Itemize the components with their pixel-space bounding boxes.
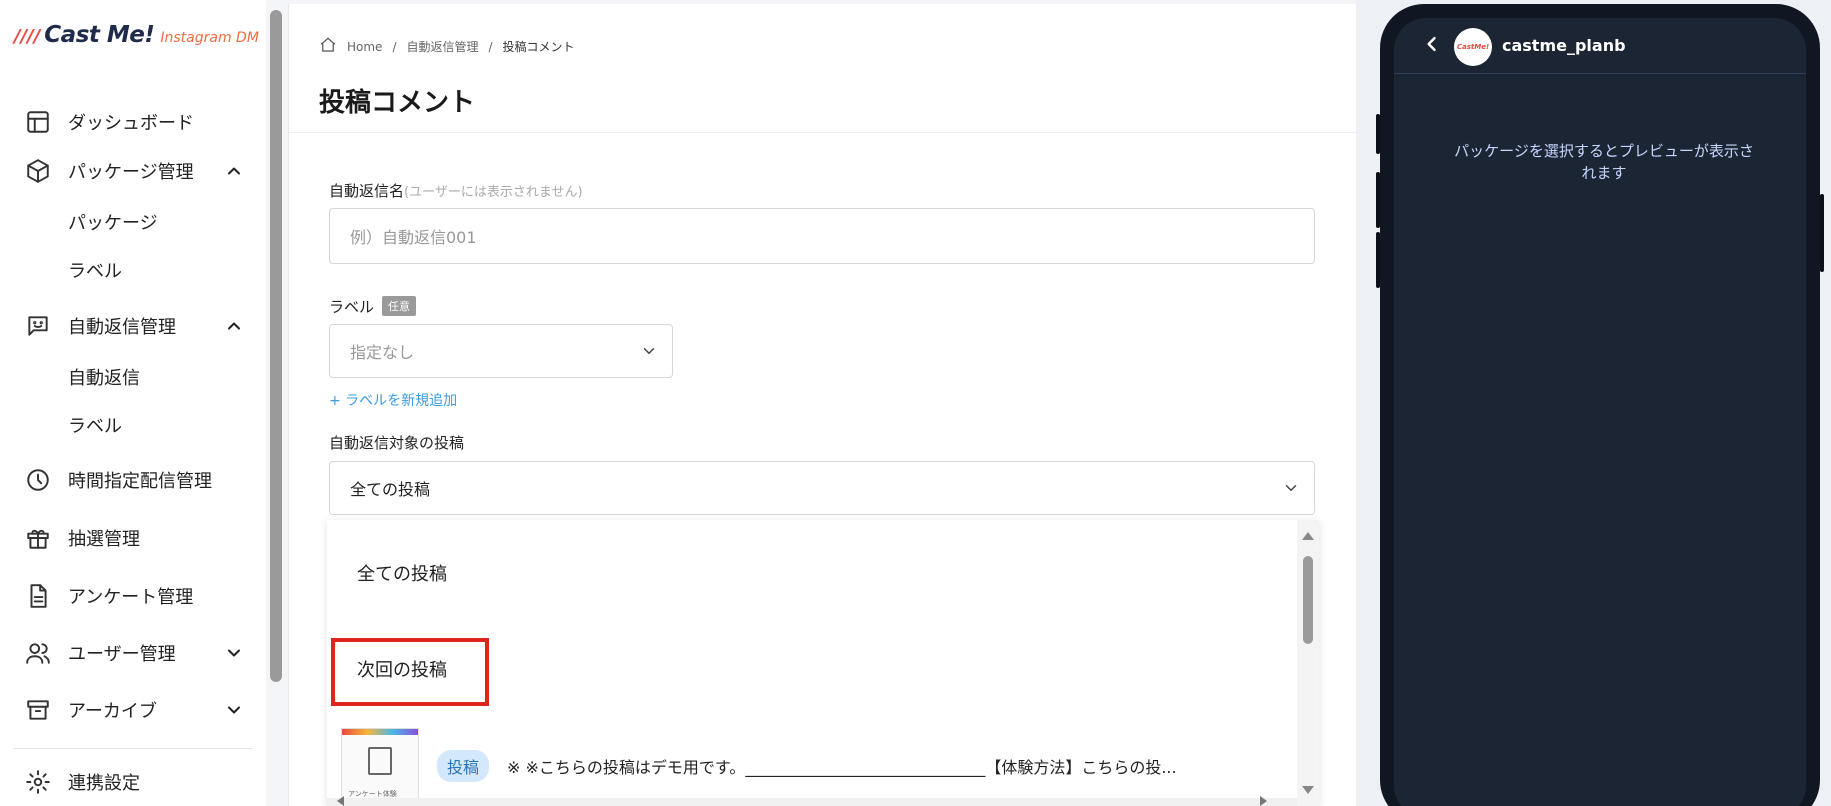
layout-icon [24,108,52,136]
dropdown-scrollbar[interactable] [1297,520,1319,806]
scroll-up-icon[interactable] [1302,532,1314,540]
document-icon [24,582,52,610]
add-label-link[interactable]: + ラベルを新規追加 [329,390,457,410]
chevron-up-icon[interactable] [224,161,244,181]
avatar: CastMe! [1454,28,1492,66]
chat-smile-icon [24,312,52,340]
post-type-badge: 投稿 [437,750,490,782]
sidebar-item-package[interactable]: パッケージ管理 [24,151,244,191]
sidebar-item-scheduled[interactable]: 時間指定配信管理 [24,460,244,500]
label-field-label-text: ラベル [329,298,375,316]
preview-panel: CastMe! castme_planb パッケージを選択するとプレビューが表示… [1356,0,1831,806]
clipboard-icon [368,747,392,775]
phone-side-button [1376,172,1380,228]
sidebar: //// Cast Me! Instagram DM ダッシュボード パッケージ… [0,0,266,806]
sidebar-item-label: パッケージ管理 [68,162,194,183]
logo-subtitle: Instagram DM [160,30,259,46]
sidebar-item-label: 自動返信管理 [68,317,176,338]
target-post-dropdown: 全ての投稿 次回の投稿 アンケート体験 投稿 ※ ※こちらの投稿はデモ用です。_… [327,520,1319,806]
page-title: 投稿コメント [319,88,476,118]
sidebar-subitem-autoreply[interactable]: 自動返信 [68,364,140,390]
chevron-down-icon [1282,479,1300,497]
target-post-value: 全ての投稿 [350,480,431,499]
logo-name: Cast Me! [44,22,155,48]
app-root: //// Cast Me! Instagram DM ダッシュボード パッケージ… [0,0,1831,806]
sidebar-item-lottery[interactable]: 抽選管理 [24,518,244,558]
thumbnail-band [342,729,418,735]
chevron-up-icon[interactable] [224,316,244,336]
post-caption: ※ ※こちらの投稿はデモ用です。________________________… [507,758,1177,777]
sidebar-item-label: アーカイブ [68,701,157,722]
post-thumbnail: アンケート体験 [341,728,419,804]
sidebar-item-label: 抽選管理 [68,529,140,550]
scrollbar-thumb[interactable] [1303,556,1313,644]
phone-side-button [1376,232,1380,288]
sidebar-item-autoreply[interactable]: 自動返信管理 [24,306,244,346]
phone-side-button [1820,194,1824,272]
breadcrumb-separator: / [488,39,493,54]
gift-icon [24,524,52,552]
logo[interactable]: //// Cast Me! Instagram DM [14,22,259,48]
logo-mark: //// [14,26,41,47]
dropdown-option-next-post[interactable]: 次回の投稿 [357,656,447,682]
scroll-left-icon[interactable] [337,796,344,806]
phone-frame: CastMe! castme_planb パッケージを選択するとプレビューが表示… [1376,4,1824,806]
sidebar-item-label: ユーザー管理 [68,644,176,665]
sidebar-item-users[interactable]: ユーザー管理 [24,633,244,673]
sidebar-item-label: ダッシュボード [68,113,194,134]
sidebar-subitem-package[interactable]: パッケージ [68,209,158,235]
back-arrow-icon[interactable] [1422,34,1442,54]
target-post-label: 自動返信対象の投稿 [329,434,465,452]
sidebar-item-dashboard[interactable]: ダッシュボード [24,102,244,142]
home-icon[interactable] [319,36,337,57]
clock-icon [24,466,52,494]
chevron-down-icon [640,342,658,360]
dropdown-option-post[interactable]: アンケート体験 投稿 ※ ※こちらの投稿はデモ用です。_____________… [341,728,1281,804]
breadcrumb-autoreply[interactable]: 自動返信管理 [406,38,478,55]
optional-badge: 任意 [382,296,417,316]
target-post-select[interactable]: 全ての投稿 [329,461,1315,515]
sidebar-scrollbar[interactable] [270,10,282,682]
phone-screen: CastMe! castme_planb パッケージを選択するとプレビューが表示… [1394,18,1806,806]
account-name: castme_planb [1502,36,1626,55]
sidebar-item-label: アンケート管理 [68,587,194,608]
sidebar-subitem-package-label[interactable]: ラベル [68,257,122,283]
breadcrumb: Home / 自動返信管理 / 投稿コメント [319,36,575,57]
autoreply-name-note: (ユーザーには表示されません) [404,185,583,200]
scroll-down-icon[interactable] [1302,786,1314,794]
package-icon [24,157,52,185]
breadcrumb-current: 投稿コメント [502,40,575,54]
autoreply-name-input[interactable]: 例）自動返信001 [329,208,1315,264]
dropdown-option-all-posts[interactable]: 全ての投稿 [357,560,447,586]
archive-icon [24,696,52,724]
chevron-down-icon[interactable] [224,643,244,663]
phone-side-button [1376,114,1380,154]
sidebar-subitem-autoreply-label[interactable]: ラベル [68,412,122,438]
chevron-down-icon[interactable] [224,700,244,720]
main-content: Home / 自動返信管理 / 投稿コメント 投稿コメント 自動返信名(ユーザー… [288,4,1357,806]
sidebar-item-integration[interactable]: 連携設定 [24,762,244,802]
header-divider [289,132,1357,133]
horizontal-scrollbar[interactable] [327,796,1297,806]
breadcrumb-home[interactable]: Home [347,40,382,54]
autoreply-name-label-text: 自動返信名 [329,182,405,200]
gear-icon [24,768,52,796]
sidebar-item-archive[interactable]: アーカイブ [24,690,244,730]
sidebar-item-label: 時間指定配信管理 [68,471,212,492]
sidebar-item-label: 連携設定 [68,773,140,794]
sidebar-item-survey[interactable]: アンケート管理 [24,576,244,616]
scroll-right-icon[interactable] [1260,796,1267,806]
label-field-label: ラベル 任意 [329,296,417,317]
label-select[interactable]: 指定なし [329,324,673,378]
breadcrumb-separator: / [392,39,397,54]
dm-header: CastMe! castme_planb [1394,18,1806,74]
label-select-value: 指定なし [350,343,415,362]
users-icon [24,639,52,667]
sidebar-divider [14,748,252,749]
autoreply-name-label: 自動返信名(ユーザーには表示されません) [329,180,583,201]
preview-placeholder-message: パッケージを選択するとプレビューが表示されます [1454,142,1754,182]
